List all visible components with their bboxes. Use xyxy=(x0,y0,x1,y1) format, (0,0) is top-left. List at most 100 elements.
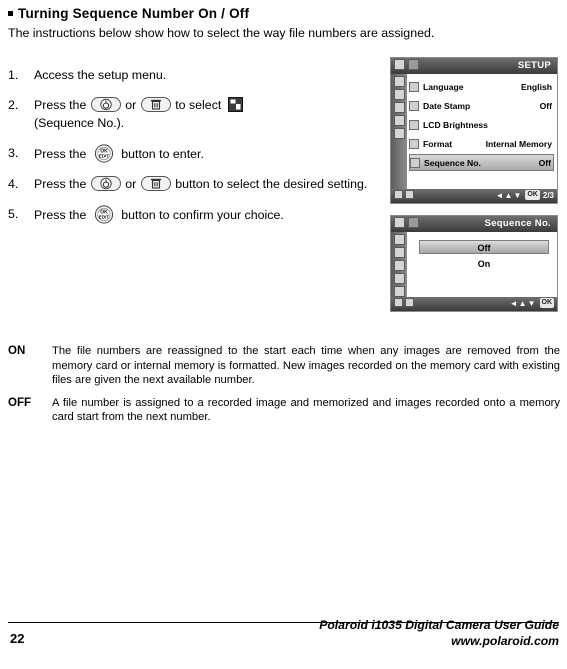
wrench-tab-icon xyxy=(408,217,419,228)
intro-paragraph: The instructions below show how to selec… xyxy=(8,26,435,40)
step-3-text-post: button to enter. xyxy=(121,147,204,161)
home-icon[interactable] xyxy=(405,298,414,307)
menu-item-format-label: Format xyxy=(423,139,453,149)
definition-on: ON The file numbers are reassigned to th… xyxy=(8,344,560,388)
format-memory-icon xyxy=(409,139,419,149)
menu-item-sequence-no-value: Off xyxy=(538,157,551,168)
sequence-number-mode-icon xyxy=(227,97,243,112)
sequence-icon xyxy=(393,128,405,139)
menu-item-format-value: Internal Memory xyxy=(485,139,552,149)
setup-menu-titlebar: SETUP xyxy=(391,58,557,74)
wrench-tab-icon xyxy=(408,59,419,70)
step-5: 5. Press the OK EDIT button to confirm y… xyxy=(8,205,368,224)
step-4-text-post: button to select the desired setting. xyxy=(175,177,368,191)
home-icon[interactable] xyxy=(405,190,414,199)
page-number: 22 xyxy=(10,631,25,646)
trash-key-icon xyxy=(140,176,171,191)
sequence-no-title: Sequence No. xyxy=(484,218,551,229)
step-4-number: 4. xyxy=(8,177,19,191)
menu-item-date-stamp[interactable]: Date Stamp Off xyxy=(409,97,554,115)
brightness-icon xyxy=(393,260,405,271)
bullet-icon xyxy=(8,10,13,16)
menu-item-lcd-brightness-label: LCD Brightness xyxy=(423,120,488,130)
setup-menu-title: SETUP xyxy=(517,60,551,71)
menu-item-date-stamp-label: Date Stamp xyxy=(423,101,471,111)
setup-menu-sidebar xyxy=(391,74,407,189)
dpad-arrows-indicator: ◄▲▼ xyxy=(495,190,523,200)
menu-item-language-label: Language xyxy=(423,82,464,92)
step-4-text-pre: Press the xyxy=(34,177,87,191)
trash-key-icon xyxy=(140,97,171,112)
menu-item-sequence-no[interactable]: Sequence No. Off xyxy=(409,154,554,171)
camera-tab-icon xyxy=(394,59,405,70)
definition-on-text: The file numbers are reassigned to the s… xyxy=(52,345,560,386)
exit-icon[interactable] xyxy=(394,298,403,307)
brightness-icon xyxy=(393,102,405,113)
menu-item-sequence-no-label: Sequence No. xyxy=(424,157,481,168)
step-5-text-pre: Press the xyxy=(34,208,87,222)
step-4-text-mid: or xyxy=(125,177,137,191)
step-2-text-post: to select xyxy=(175,98,222,112)
ok-badge: OK xyxy=(525,190,540,200)
lcd-brightness-icon xyxy=(409,120,419,130)
step-2-text-mid: or xyxy=(125,98,137,112)
page-title: Turning Sequence Number On / Off xyxy=(8,6,249,21)
step-3-text-pre: Press the xyxy=(34,147,87,161)
sequence-no-titlebar: Sequence No. xyxy=(391,216,557,232)
globe-icon xyxy=(393,76,405,87)
calendar-icon xyxy=(393,247,405,258)
step-2-number: 2. xyxy=(8,98,19,112)
svg-text:EDIT: EDIT xyxy=(99,215,110,220)
ok-badge: OK xyxy=(539,298,554,308)
menu-item-language[interactable]: Language English xyxy=(409,78,554,96)
format-icon xyxy=(393,115,405,126)
menu-item-language-value: English xyxy=(520,82,552,92)
setup-menu-statusbar: ◄▲▼ OK 2/3 xyxy=(391,189,557,203)
definition-off-text: A file number is assigned to a recorded … xyxy=(52,396,560,424)
setup-menu-rows: Language English Date Stamp Off LCD Brig… xyxy=(409,78,554,172)
menu-item-format[interactable]: Format Internal Memory xyxy=(409,135,554,153)
definition-off: OFF A file number is assigned to a recor… xyxy=(8,396,560,425)
menu-item-date-stamp-value: Off xyxy=(539,101,552,111)
sequence-no-body: Off On xyxy=(391,232,557,297)
steps-list: 1. Access the setup menu. 2. Press the o… xyxy=(8,66,368,236)
sequence-no-status-left xyxy=(394,298,414,307)
sequence-no-tabs xyxy=(394,217,419,228)
sequence-no-icon xyxy=(410,157,420,168)
svg-text:EDIT: EDIT xyxy=(99,154,110,159)
ok-edit-button-icon: OK EDIT xyxy=(92,205,116,224)
option-off[interactable]: Off xyxy=(419,240,549,254)
sequence-no-screenshot: Sequence No. Off On ◄▲▼ OK xyxy=(390,215,558,312)
sequence-no-sidebar xyxy=(391,232,407,297)
page-title-text: Turning Sequence Number On / Off xyxy=(18,6,250,21)
definition-on-term: ON xyxy=(8,345,26,357)
dpad-arrows-indicator: ◄▲▼ xyxy=(509,298,537,308)
footer-info: Polaroid i1035 Digital Camera User Guide… xyxy=(319,617,559,649)
down-key-icon xyxy=(90,176,121,191)
step-2-text-pre: Press the xyxy=(34,98,87,112)
sequence-no-options: Off On xyxy=(419,240,549,274)
footer-url: www.polaroid.com xyxy=(451,634,559,648)
option-on[interactable]: On xyxy=(419,257,549,271)
down-key-icon xyxy=(90,97,121,112)
calendar-icon xyxy=(393,89,405,100)
step-3-number: 3. xyxy=(8,146,19,160)
step-3: 3. Press the OK EDIT button to enter. xyxy=(8,144,368,163)
sequence-no-status-right: ◄▲▼ OK xyxy=(510,298,554,308)
definition-off-term: OFF xyxy=(8,396,31,409)
step-1-text: Access the setup menu. xyxy=(34,68,167,82)
step-1: 1. Access the setup menu. xyxy=(8,66,368,84)
document-page: Turning Sequence Number On / Off The ins… xyxy=(0,0,567,669)
setup-menu-status-left xyxy=(394,190,414,199)
setup-menu-body: Language English Date Stamp Off LCD Brig… xyxy=(391,74,557,189)
globe-icon xyxy=(393,234,405,245)
step-2-text-after: (Sequence No.). xyxy=(34,116,125,130)
exit-icon[interactable] xyxy=(394,190,403,199)
language-icon xyxy=(409,82,419,92)
step-1-number: 1. xyxy=(8,68,19,82)
menu-item-lcd-brightness[interactable]: LCD Brightness xyxy=(409,116,554,134)
sequence-icon xyxy=(393,286,405,297)
footer-guide-title: Polaroid i1035 Digital Camera User Guide xyxy=(319,618,559,632)
setup-menu-tabs xyxy=(394,59,419,70)
ok-edit-button-icon: OK EDIT xyxy=(92,144,116,163)
